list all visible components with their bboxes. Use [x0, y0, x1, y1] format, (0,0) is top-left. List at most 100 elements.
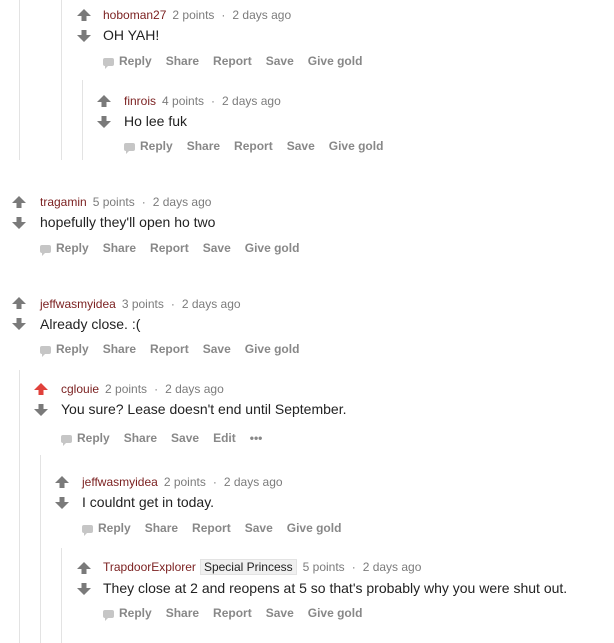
save-button[interactable]: Save [171, 431, 199, 445]
thread-rail[interactable] [61, 0, 62, 160]
share-button[interactable]: Share [103, 342, 136, 356]
downvote-icon[interactable] [12, 217, 26, 229]
author-link[interactable]: TrapdoorExplorer [103, 560, 196, 574]
comment-actions: Reply Share Report Save Give gold [124, 139, 397, 154]
upvote-icon[interactable] [77, 562, 91, 574]
comment-meta: TrapdoorExplorer Special Princess 5 points… [103, 559, 421, 575]
save-button[interactable]: Save [266, 54, 294, 68]
reply-button[interactable]: Reply [103, 54, 152, 69]
reply-label: Reply [56, 241, 89, 255]
give-gold-button[interactable]: Give gold [245, 241, 300, 255]
score: 4 points [162, 94, 205, 108]
report-button[interactable]: Report [192, 521, 231, 535]
save-button[interactable]: Save [203, 241, 231, 255]
reply-label: Reply [119, 606, 152, 620]
save-button[interactable]: Save [245, 521, 273, 535]
report-button[interactable]: Report [150, 342, 189, 356]
give-gold-button[interactable]: Give gold [329, 139, 384, 153]
upvote-icon[interactable] [97, 95, 111, 107]
reply-bubble-icon [103, 58, 114, 69]
downvote-icon[interactable] [97, 116, 111, 128]
user-flair: Special Princess [199, 559, 297, 575]
author-link[interactable]: finrois [124, 94, 156, 108]
reply-button[interactable]: Reply [82, 521, 131, 536]
comment-meta: tragamin 5 points · 2 days ago [40, 195, 211, 209]
comment-actions: Reply Share Report Save Give gold [103, 54, 376, 69]
comment-body: Already close. :( [40, 316, 141, 332]
score: 3 points [121, 297, 164, 311]
report-button[interactable]: Report [213, 54, 252, 68]
score: 2 points [105, 382, 148, 396]
share-button[interactable]: Share [187, 139, 220, 153]
downvote-icon[interactable] [77, 583, 91, 595]
score: 2 points [172, 8, 215, 22]
thread-rail[interactable] [40, 455, 41, 643]
share-button[interactable]: Share [166, 606, 199, 620]
give-gold-button[interactable]: Give gold [287, 521, 342, 535]
separator: · [170, 297, 175, 311]
downvote-icon[interactable] [12, 318, 26, 330]
reply-button[interactable]: Reply [61, 431, 110, 446]
comment-actions: Reply Share Report Save Give gold [40, 241, 313, 256]
downvote-icon[interactable] [55, 497, 69, 509]
edit-button[interactable]: Edit [213, 431, 236, 445]
author-link[interactable]: cglouie [61, 382, 99, 396]
comment-meta: jeffwasmyidea 3 points · 2 days ago [40, 297, 241, 311]
author-link[interactable]: tragamin [40, 195, 87, 209]
comment-body: hopefully they'll open ho two [40, 214, 216, 230]
reply-label: Reply [56, 342, 89, 356]
comment-body: They close at 2 and reopens at 5 so that… [103, 580, 568, 596]
timestamp: 2 days ago [222, 94, 281, 108]
reply-button[interactable]: Reply [103, 606, 152, 621]
comment-actions: Reply Share Report Save Give gold [103, 606, 376, 621]
reply-bubble-icon [82, 525, 93, 536]
author-link[interactable]: jeffwasmyidea [82, 475, 158, 489]
author-link[interactable]: jeffwasmyidea [40, 297, 116, 311]
reply-bubble-icon [124, 143, 135, 154]
share-button[interactable]: Share [103, 241, 136, 255]
thread-rail[interactable] [19, 0, 20, 160]
save-button[interactable]: Save [203, 342, 231, 356]
upvote-icon[interactable] [34, 383, 48, 395]
share-button[interactable]: Share [166, 54, 199, 68]
comment-meta: jeffwasmyidea 2 points · 2 days ago [82, 475, 283, 489]
report-button[interactable]: Report [150, 241, 189, 255]
comment-body: Ho lee fuk [124, 113, 188, 129]
save-button[interactable]: Save [266, 606, 294, 620]
reply-button[interactable]: Reply [40, 241, 89, 256]
upvote-icon[interactable] [55, 476, 69, 488]
give-gold-button[interactable]: Give gold [308, 606, 363, 620]
reply-button[interactable]: Reply [40, 342, 89, 357]
reply-bubble-icon [40, 346, 51, 357]
reply-label: Reply [98, 521, 131, 535]
report-button[interactable]: Report [234, 139, 273, 153]
comment-meta: finrois 4 points · 2 days ago [124, 94, 281, 108]
upvote-icon[interactable] [12, 297, 26, 309]
save-button[interactable]: Save [287, 139, 315, 153]
thread-rail[interactable] [61, 548, 62, 643]
thread-rail[interactable] [82, 80, 83, 160]
more-options-icon[interactable]: ••• [250, 431, 263, 445]
downvote-icon[interactable] [77, 30, 91, 42]
reply-label: Reply [140, 139, 173, 153]
separator: · [141, 195, 146, 209]
share-button[interactable]: Share [124, 431, 157, 445]
share-button[interactable]: Share [145, 521, 178, 535]
reply-button[interactable]: Reply [124, 139, 173, 154]
report-button[interactable]: Report [213, 606, 252, 620]
separator: · [351, 560, 356, 574]
give-gold-button[interactable]: Give gold [245, 342, 300, 356]
upvote-icon[interactable] [77, 9, 91, 21]
give-gold-button[interactable]: Give gold [308, 54, 363, 68]
author-link[interactable]: hoboman27 [103, 8, 166, 22]
comment-body: I couldnt get in today. [82, 494, 215, 510]
upvote-icon[interactable] [12, 196, 26, 208]
separator: · [211, 94, 216, 108]
reply-bubble-icon [61, 435, 72, 446]
comment-meta: cglouie 2 points · 2 days ago [61, 382, 224, 396]
score: 2 points [163, 475, 206, 489]
downvote-icon[interactable] [34, 404, 48, 416]
thread-rail[interactable] [19, 370, 20, 643]
comment-meta: hoboman27 2 points · 2 days ago [103, 8, 291, 22]
comment-actions: Reply Share Report Save Give gold [40, 342, 313, 357]
